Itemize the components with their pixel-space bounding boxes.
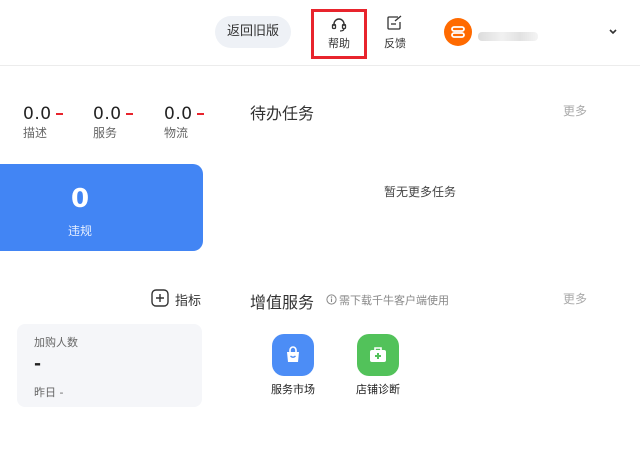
cart-card-value: -: [34, 354, 42, 374]
trend-dash: [125, 112, 133, 115]
todo-title: 待办任务: [250, 104, 315, 123]
feedback-button[interactable]: 反馈: [378, 12, 412, 56]
edit-note-icon: [387, 15, 402, 30]
help-label: 帮助: [328, 37, 350, 50]
score-service: 0.0 服务: [93, 104, 153, 141]
trend-dash: [196, 112, 204, 115]
violation-card[interactable]: 0 违规: [0, 164, 203, 251]
top-header: 返回旧版 帮助 反馈: [0, 0, 640, 66]
cart-card-yesterday: 昨日 -: [34, 386, 64, 399]
cart-card-title: 加购人数: [34, 336, 78, 349]
metrics-button[interactable]: 指标: [151, 289, 205, 309]
service-market-label: 服务市场: [271, 383, 315, 396]
score-logistics: 0.0 物流: [164, 104, 224, 141]
score-value: 0.0: [164, 104, 193, 124]
store-diagnosis-icon-box: [357, 334, 399, 376]
todo-empty-text: 暂无更多任务: [383, 185, 456, 199]
feedback-label: 反馈: [384, 37, 406, 50]
add-square-icon: [151, 289, 169, 307]
score-label: 物流: [164, 126, 189, 140]
chevron-down-icon: [609, 29, 617, 35]
avatar[interactable]: [444, 18, 472, 46]
service-market-item[interactable]: 服务市场: [263, 334, 323, 397]
account-dropdown[interactable]: [606, 24, 620, 40]
todo-more-link[interactable]: 更多: [563, 102, 587, 119]
service-market-icon-box: [272, 334, 314, 376]
score-value: 0.0: [93, 104, 122, 124]
metrics-label: 指标: [175, 294, 202, 309]
blurred-username: [478, 32, 538, 41]
value-added-title: 增值服务: [250, 293, 315, 312]
medical-kit-icon: [370, 347, 386, 362]
headset-icon: [331, 18, 347, 32]
score-label: 服务: [93, 126, 118, 140]
trend-dash: [55, 112, 63, 115]
value-added-more-link[interactable]: 更多: [563, 290, 587, 307]
score-description: 0.0 描述: [23, 104, 83, 141]
violation-count: 0: [70, 184, 90, 214]
add-to-cart-card[interactable]: 加购人数 - 昨日 -: [17, 324, 202, 407]
store-logo-icon: [451, 26, 465, 38]
score-value: 0.0: [23, 104, 52, 124]
client-required-text: 需下载千牛客户端使用: [339, 294, 449, 307]
help-button[interactable]: 帮助: [311, 9, 367, 59]
violation-label: 违规: [67, 224, 92, 238]
client-required-note: 需下载千牛客户端使用: [326, 292, 449, 308]
score-label: 描述: [23, 126, 48, 140]
info-icon: [326, 294, 337, 305]
return-old-version-button[interactable]: 返回旧版: [215, 16, 291, 48]
store-diagnosis-label: 店铺诊断: [356, 383, 400, 396]
store-diagnosis-item[interactable]: 店铺诊断: [348, 334, 408, 397]
shopping-bag-icon: [287, 346, 299, 362]
